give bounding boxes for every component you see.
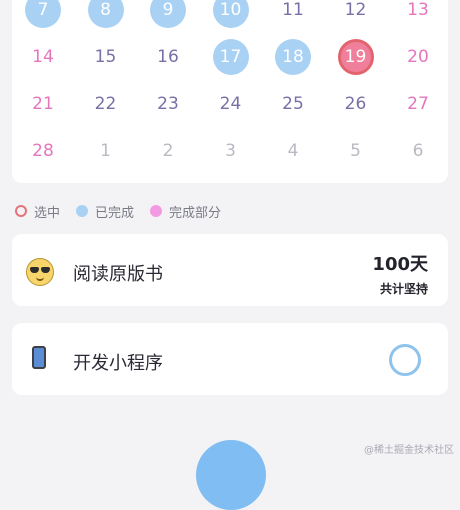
calendar-day[interactable]: 1 xyxy=(88,133,124,169)
calendar-day[interactable]: 22 xyxy=(88,86,124,122)
calendar-day[interactable]: 8 xyxy=(87,0,124,28)
streak-counter: 100天 共计坚持 xyxy=(372,250,428,297)
calendar-card: 7 8 9 10 11 12 13 14 15 16 17 18 19 20 21 22 23 24 25 26 27 2… xyxy=(12,0,448,183)
calendar-day[interactable]: 10 xyxy=(212,0,249,28)
legend-done-label: 已完成 xyxy=(95,205,135,221)
calendar-day[interactable]: 23 xyxy=(150,86,186,122)
legend-done: 已完成 xyxy=(76,202,134,221)
calendar-day[interactable]: 6 xyxy=(400,133,436,169)
check-circle-button[interactable] xyxy=(389,344,421,376)
calendar-day[interactable]: 17 xyxy=(212,39,249,75)
calendar-day[interactable]: 7 xyxy=(25,0,61,28)
calendar-day[interactable]: 20 xyxy=(400,39,436,75)
calendar-day[interactable]: 11 xyxy=(275,0,311,28)
task-card-reading[interactable]: 阅读原版书 100天 共计坚持 xyxy=(12,234,448,306)
selected-ring-icon xyxy=(15,205,27,217)
calendar-day[interactable]: 21 xyxy=(25,86,61,122)
calendar-day[interactable]: 24 xyxy=(213,86,249,122)
streak-label: 共计坚持 xyxy=(379,282,428,296)
calendar-day[interactable]: 28 xyxy=(25,133,61,169)
add-task-button[interactable] xyxy=(196,440,266,510)
calendar-day[interactable]: 3 xyxy=(213,133,249,169)
task-title: 阅读原版书 xyxy=(73,264,163,285)
legend-partial: 完成部分 xyxy=(150,202,221,221)
legend-selected: 选中 xyxy=(15,202,60,221)
calendar-day[interactable]: 16 xyxy=(150,39,186,75)
calendar-day[interactable]: 18 xyxy=(275,39,311,75)
calendar-day[interactable]: 25 xyxy=(275,86,311,122)
streak-days: 100天 xyxy=(372,254,428,275)
legend-selected-label: 选中 xyxy=(34,205,61,221)
calendar-day[interactable]: 5 xyxy=(338,133,374,169)
phone-icon xyxy=(32,346,46,369)
done-dot-icon xyxy=(76,205,89,217)
calendar-day[interactable]: 27 xyxy=(400,86,436,122)
calendar-day[interactable]: 13 xyxy=(400,0,436,28)
calendar-day[interactable]: 15 xyxy=(88,39,124,75)
calendar-day[interactable]: 4 xyxy=(275,133,311,169)
calendar-legend: 选中 已完成 完成部分 xyxy=(15,202,237,221)
calendar-day[interactable]: 19 xyxy=(337,39,374,75)
task-card-miniprogram[interactable]: 开发小程序 xyxy=(12,323,448,395)
calendar-day[interactable]: 26 xyxy=(338,86,374,122)
calendar-day[interactable]: 12 xyxy=(338,0,374,28)
calendar-day[interactable]: 2 xyxy=(150,133,186,169)
legend-partial-label: 完成部分 xyxy=(169,205,222,221)
task-title: 开发小程序 xyxy=(73,353,163,374)
watermark: @稀土掘金技术社区 xyxy=(364,445,454,456)
partial-dot-icon xyxy=(150,205,163,217)
calendar-day[interactable]: 9 xyxy=(150,0,186,28)
calendar-day[interactable]: 14 xyxy=(25,39,61,75)
sunglasses-face-icon xyxy=(26,258,54,286)
